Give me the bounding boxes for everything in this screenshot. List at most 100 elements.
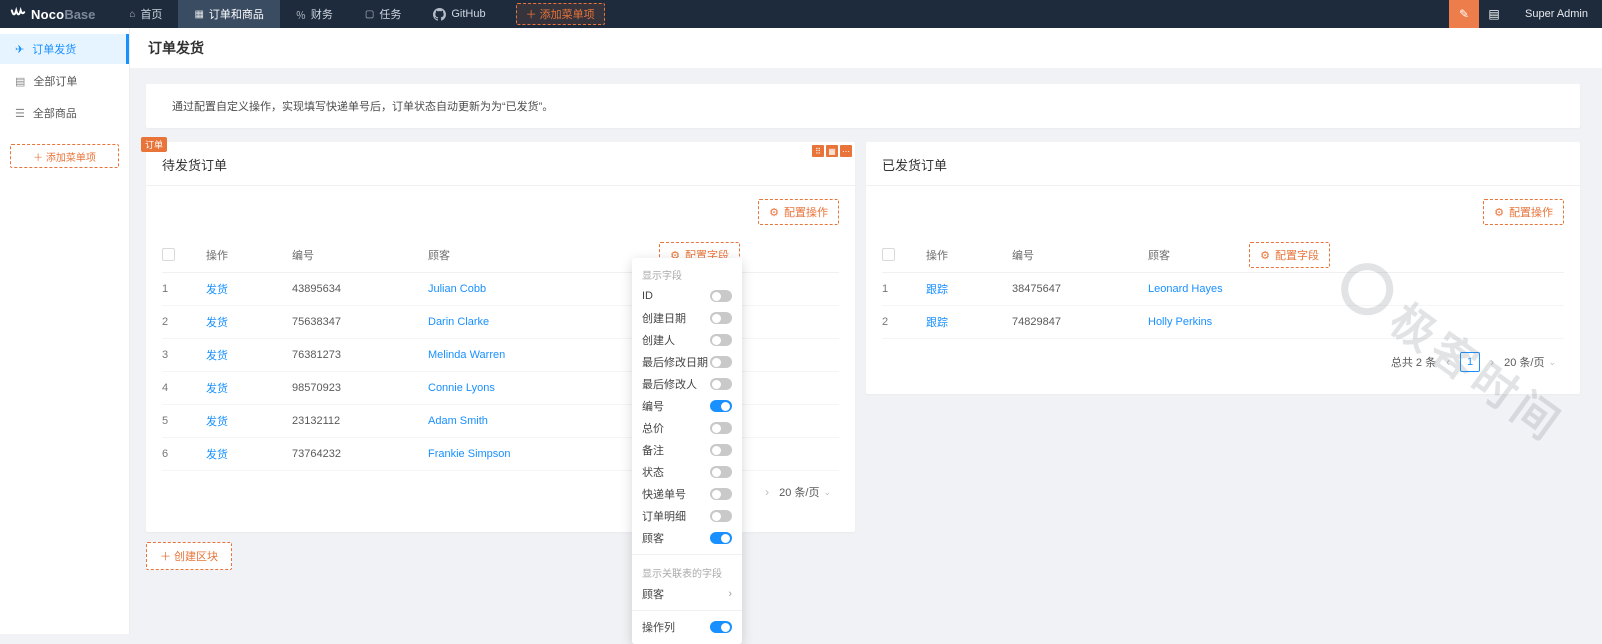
related-field-item[interactable]: 顾客 › (632, 583, 742, 605)
toggle-switch[interactable] (710, 378, 732, 390)
initializer-icon[interactable]: ▦ (826, 145, 838, 157)
ship-action-link[interactable]: 发货 (206, 317, 228, 329)
row-index: 2 (882, 316, 889, 328)
field-toggle-item[interactable]: 编号 (632, 395, 742, 417)
row-index: 3 (162, 349, 169, 361)
field-toggle-item[interactable]: 最后修改人 (632, 373, 742, 395)
field-toggle-item[interactable]: 订单明细 (632, 505, 742, 527)
chevron-right-icon: › (728, 588, 732, 600)
ship-action-link[interactable]: 发货 (206, 449, 228, 461)
customer-link[interactable]: Frankie Simpson (428, 448, 511, 460)
order-number: 98570923 (292, 382, 341, 394)
toggle-switch[interactable] (710, 532, 732, 544)
sidebar-item-all-orders[interactable]: ▤ 全部订单 (0, 66, 129, 96)
nav-item-tasks[interactable]: ▢ 任务 (349, 0, 417, 28)
ship-action-link[interactable]: 发货 (206, 416, 228, 428)
field-toggle-item[interactable]: 备注 (632, 439, 742, 461)
nav-item-github[interactable]: GitHub (417, 0, 501, 28)
sidebar-item-label: 订单发货 (32, 44, 77, 56)
ship-action-link[interactable]: 发货 (206, 350, 228, 362)
drag-handle-icon[interactable]: ⠿ (812, 145, 824, 157)
row-index: 1 (882, 283, 889, 295)
create-block-button[interactable]: ＋ 创建区块 (146, 542, 233, 570)
user-menu[interactable]: Super Admin (1525, 8, 1588, 20)
configure-fields-button[interactable]: ⚙ 配置字段 (1249, 242, 1330, 268)
toggle-switch[interactable] (710, 444, 732, 456)
order-number: 23132112 (292, 415, 341, 427)
field-label: 编号 (642, 401, 664, 413)
sidebar-add-menu-item-button[interactable]: ＋ 添加菜单项 (10, 144, 119, 168)
field-toggle-item[interactable]: 顾客 (632, 527, 742, 549)
shipped-orders-block: 已发货订单 ⚙ 配置操作 操作 编号 顾客 ⚙ 配置字段 1 跟踪 384756… (866, 142, 1580, 394)
field-toggle-item[interactable]: 状态 (632, 461, 742, 483)
block-title: 待发货订单 (146, 142, 855, 186)
order-number: 76381273 (292, 349, 341, 361)
ui-editor-button[interactable]: ✎ (1449, 0, 1480, 28)
customer-link[interactable]: Adam Smith (428, 415, 488, 427)
field-toggle-item[interactable]: 创建人 (632, 329, 742, 351)
nocobase-logo-icon (10, 7, 26, 16)
chevron-down-icon: ⌄ (1548, 356, 1556, 367)
page-number-button[interactable]: 1 (1460, 352, 1481, 372)
nav-item-label: 订单和商品 (208, 9, 264, 21)
customer-link[interactable]: Melinda Warren (428, 349, 505, 361)
logo-text-base: Base (64, 6, 96, 22)
page-size-select[interactable]: 20 条/页 ⌄ (779, 484, 831, 500)
toggle-switch[interactable] (710, 422, 732, 434)
chevron-down-icon: ⌄ (823, 486, 831, 497)
docs-button[interactable]: ▤ (1479, 0, 1509, 28)
nav-item-orders-products[interactable]: ▦ 订单和商品 (178, 0, 280, 28)
toggle-switch[interactable] (710, 356, 732, 368)
customer-link[interactable]: Holly Perkins (1148, 316, 1212, 328)
next-page-button[interactable]: › (765, 485, 769, 499)
select-all-checkbox[interactable] (162, 248, 175, 261)
configure-actions-button[interactable]: ⚙ 配置操作 (758, 199, 839, 225)
select-all-checkbox[interactable] (882, 248, 895, 261)
field-toggle-item[interactable]: 快递单号 (632, 483, 742, 505)
field-toggle-item[interactable]: 创建日期 (632, 307, 742, 329)
toggle-switch[interactable] (710, 466, 732, 478)
customer-link[interactable]: Julian Cobb (428, 283, 486, 295)
field-label: 最后修改人 (642, 379, 697, 391)
ship-action-link[interactable]: 发货 (206, 284, 228, 296)
action-column-toggle-item[interactable]: 操作列 (632, 616, 742, 638)
gear-icon: ⚙ (769, 206, 779, 219)
nav-item-finance[interactable]: ％ 财务 (280, 0, 349, 28)
block-settings-icon[interactable]: ⋯ (840, 145, 852, 157)
toggle-switch[interactable] (710, 488, 732, 500)
collection-tag: 订单 (141, 137, 168, 152)
field-toggle-item[interactable]: 最后修改日期 (632, 351, 742, 373)
field-toggle-item[interactable]: 总价 (632, 417, 742, 439)
field-label: ID (642, 290, 653, 302)
page-title: 订单发货 (148, 40, 204, 56)
customer-link[interactable]: Connie Lyons (428, 382, 495, 394)
sidebar-item-order-shipping[interactable]: ✈ 订单发货 (0, 34, 129, 64)
prev-page-button[interactable]: ‹ (1446, 355, 1450, 369)
toggle-switch[interactable] (710, 312, 732, 324)
sidebar-item-label: 全部订单 (33, 76, 78, 88)
toggle-switch[interactable] (710, 400, 732, 412)
configure-actions-label: 配置操作 (784, 207, 828, 219)
nocobase-logo[interactable]: NocoBase (10, 7, 95, 22)
navbar-right: ✎ ▤ Super Admin (1449, 0, 1602, 28)
page-size-select[interactable]: 20 条/页 ⌄ (1504, 354, 1556, 370)
ship-action-link[interactable]: 发货 (206, 383, 228, 395)
customer-link[interactable]: Darin Clarke (428, 316, 489, 328)
track-action-link[interactable]: 跟踪 (926, 317, 948, 329)
dropdown-section-label: 显示关联表的字段 (642, 569, 722, 580)
toggle-switch[interactable] (710, 621, 732, 633)
track-action-link[interactable]: 跟踪 (926, 284, 948, 296)
configure-actions-button[interactable]: ⚙ 配置操作 (1483, 199, 1564, 225)
next-page-button[interactable]: › (1490, 355, 1494, 369)
customer-link[interactable]: Leonard Hayes (1148, 283, 1223, 295)
home-icon: ⌂ (129, 8, 136, 20)
field-toggle-item[interactable]: ID (632, 285, 742, 307)
toggle-switch[interactable] (710, 290, 732, 302)
field-label: 备注 (642, 445, 664, 457)
add-menu-item-button[interactable]: ＋ 添加菜单项 (515, 3, 605, 25)
toggle-switch[interactable] (710, 510, 732, 522)
column-header-action: 操作 (206, 249, 228, 262)
nav-item-home[interactable]: ⌂ 首页 (113, 0, 178, 28)
toggle-switch[interactable] (710, 334, 732, 346)
sidebar-item-all-products[interactable]: ☰ 全部商品 (0, 98, 129, 128)
